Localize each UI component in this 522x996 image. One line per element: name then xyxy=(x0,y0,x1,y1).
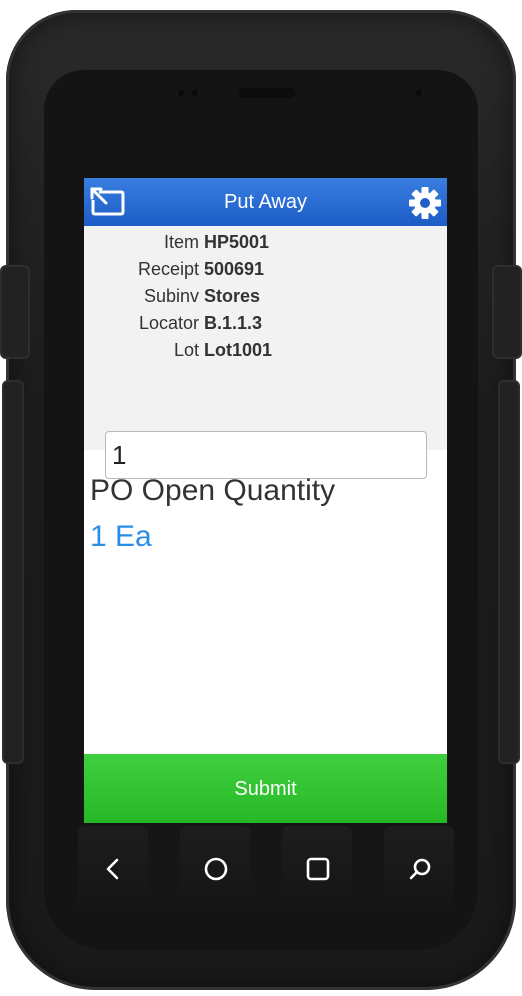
info-row-subinv: Subinv Stores xyxy=(84,286,447,312)
info-row-item: Item HP5001 xyxy=(84,232,447,258)
android-nav-bar xyxy=(78,826,454,912)
side-grip-right xyxy=(498,380,520,764)
side-button-right xyxy=(492,265,522,359)
side-button-left xyxy=(0,265,30,359)
nav-home-button[interactable] xyxy=(180,826,250,912)
sensor-dot xyxy=(192,90,198,96)
info-label: Lot xyxy=(173,340,199,360)
camera-dot xyxy=(416,90,422,96)
circle-icon xyxy=(204,857,228,881)
nav-search-button[interactable] xyxy=(384,826,454,912)
side-grip-left xyxy=(2,380,24,764)
earpiece-speaker xyxy=(238,88,296,98)
submit-button[interactable]: Submit xyxy=(84,754,447,823)
nav-back-button[interactable] xyxy=(78,826,148,912)
info-value: Stores xyxy=(204,286,261,306)
info-label: Receipt xyxy=(137,259,199,279)
info-row-locator: Locator B.1.1.3 xyxy=(84,313,447,339)
info-value: Lot1001 xyxy=(204,340,273,360)
quantity-input[interactable] xyxy=(105,431,427,479)
info-label: Item xyxy=(163,232,199,252)
info-value: 500691 xyxy=(204,259,265,279)
prompt-value: 1 Ea xyxy=(90,520,152,553)
info-value: HP5001 xyxy=(204,232,270,252)
app-screen: Put Away Item HP5001 Receipt 500691 Subi… xyxy=(84,178,447,823)
info-row-receipt: Receipt 500691 xyxy=(84,259,447,285)
page-title: Put Away xyxy=(223,191,308,213)
nav-recents-button[interactable] xyxy=(282,826,352,912)
search-icon xyxy=(409,858,431,880)
info-row-lot: Lot Lot1001 xyxy=(84,340,447,366)
sensor-dot xyxy=(178,90,184,96)
gear-icon[interactable] xyxy=(407,186,443,220)
info-label: Subinv xyxy=(143,286,199,306)
prompt-label: PO Open Quantity xyxy=(90,474,336,507)
info-value: B.1.1.3 xyxy=(204,313,263,333)
context-panel: Item HP5001 Receipt 500691 Subinv Stores… xyxy=(84,226,447,479)
square-icon xyxy=(306,857,330,881)
title-bar: Put Away xyxy=(84,178,447,226)
chevron-left-icon xyxy=(106,858,119,880)
info-label: Locator xyxy=(138,313,199,333)
